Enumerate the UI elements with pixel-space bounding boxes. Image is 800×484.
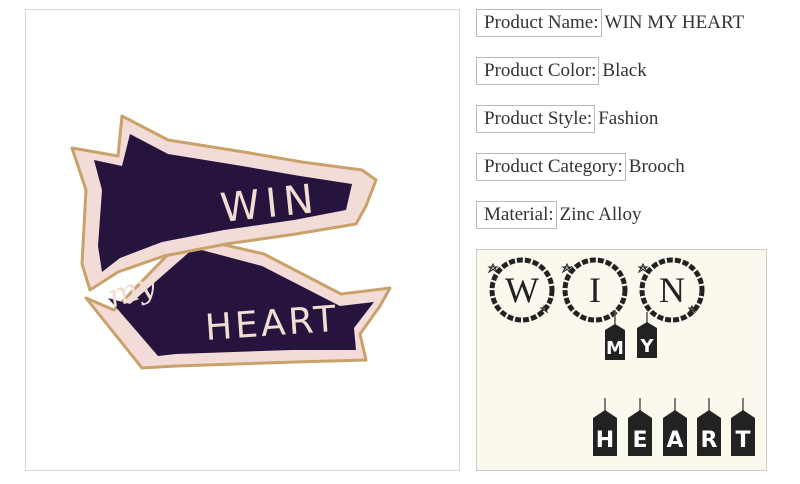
spec-row-material: Material: Zinc Alloy	[476, 201, 641, 229]
svg-text:Y: Y	[639, 336, 654, 357]
spec-row-product-style: Product Style: Fashion	[476, 105, 658, 133]
tag-letter-a: A	[663, 398, 687, 456]
ring-letter-n: N	[637, 257, 705, 323]
svg-text:N: N	[659, 270, 685, 310]
spec-label: Product Name:	[476, 9, 602, 37]
brooch-illustration: WIN my HEART	[70, 114, 392, 370]
spec-label: Product Category:	[476, 153, 626, 181]
spec-value: Zinc Alloy	[559, 204, 642, 225]
decorative-lettering-panel: W I N M Y H E A R T	[476, 249, 767, 471]
svg-text:H: H	[596, 428, 614, 453]
tag-letter-y: Y	[637, 312, 657, 358]
tag-letter-h: H	[593, 398, 617, 456]
spec-value: Black	[602, 60, 647, 81]
product-image: WIN my HEART	[25, 9, 460, 471]
spec-row-product-category: Product Category: Brooch	[476, 153, 685, 181]
tag-letter-r: R	[697, 398, 721, 456]
spec-row-product-name: Product Name: WIN MY HEART	[476, 9, 744, 37]
spec-value: WIN MY HEART	[604, 12, 745, 33]
spec-value: Brooch	[628, 156, 685, 177]
spec-label: Product Style:	[476, 105, 596, 133]
spec-label: Product Color:	[476, 57, 600, 85]
spec-label: Material:	[476, 201, 557, 229]
tag-letter-e: E	[628, 398, 652, 456]
spec-value: Fashion	[598, 108, 659, 129]
svg-text:R: R	[701, 428, 718, 453]
svg-text:I: I	[589, 270, 601, 310]
svg-text:W: W	[505, 270, 539, 310]
svg-text:M: M	[606, 338, 624, 359]
ring-letter-w: W	[487, 257, 555, 323]
tag-letter-t: T	[731, 398, 755, 456]
spec-row-product-color: Product Color: Black	[476, 57, 647, 85]
svg-text:E: E	[632, 428, 647, 453]
svg-text:T: T	[735, 428, 750, 453]
svg-text:A: A	[666, 428, 683, 453]
